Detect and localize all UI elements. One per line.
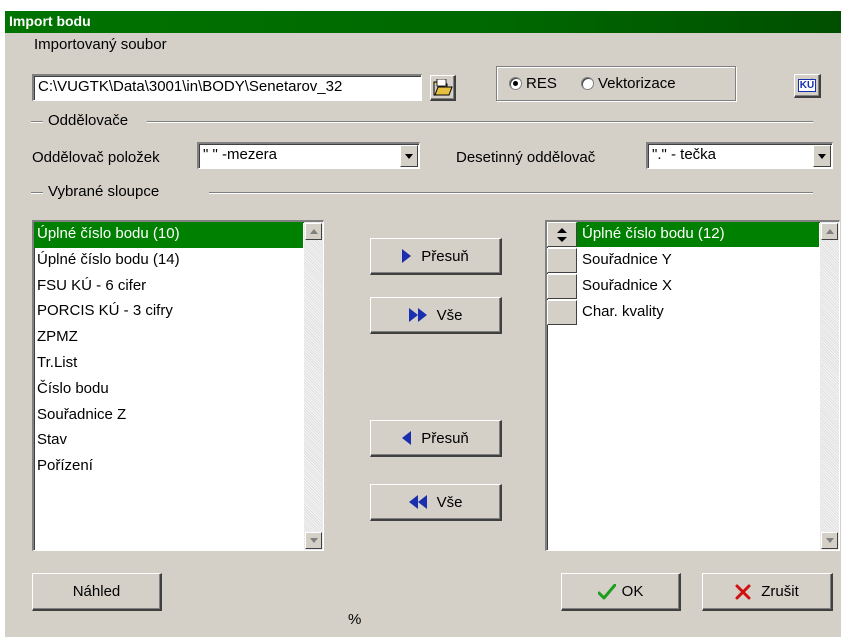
preview-label: Náhled [72, 583, 121, 600]
separator-group-label: Oddělovače [48, 112, 129, 129]
move-all-left-button[interactable]: Vše [370, 484, 502, 521]
file-label: Importovaný soubor [34, 36, 167, 53]
radio-res-dot [509, 77, 522, 90]
window-title: Import bodu [9, 13, 91, 29]
available-column-item[interactable]: FSU KÚ - 6 cifer [34, 274, 303, 300]
decimal-separator-dropdown-button[interactable] [813, 145, 831, 167]
ok-button[interactable]: OK [561, 573, 681, 611]
radio-vektorizace-label: Vektorizace [598, 75, 676, 92]
selected-columns-scrollbar[interactable] [820, 222, 839, 550]
scroll-up-button[interactable] [821, 223, 838, 240]
arrow-right-icon [402, 249, 412, 263]
radio-vektorizace[interactable]: Vektorizace [581, 75, 676, 92]
item-separator-combo[interactable]: " " -mezera [197, 142, 420, 169]
file-path-value: C:\VUGTK\Data\3001\in\BODY\Senetarov_32 [38, 78, 343, 95]
available-column-item[interactable]: Souřadnice Z [34, 403, 303, 429]
progress-percent: % [348, 611, 362, 628]
sort-order-icon[interactable] [547, 222, 577, 248]
selected-column-label: Souřadnice Y [582, 251, 672, 269]
selected-column-row[interactable]: Souřadnice Y [547, 248, 819, 274]
available-column-item[interactable]: Stav [34, 428, 303, 454]
chevron-down-icon [818, 153, 826, 159]
row-handle[interactable] [547, 273, 577, 299]
available-column-item[interactable]: Úplné číslo bodu (14) [34, 248, 303, 274]
open-folder-icon [433, 78, 453, 95]
move-right-button[interactable]: Přesuň [370, 238, 502, 275]
columns-group-label: Vybrané sloupce [48, 183, 160, 200]
cancel-label: Zrušit [761, 583, 799, 600]
double-arrow-left-icon [408, 495, 427, 509]
move-all-right-label: Vše [436, 306, 463, 324]
ku-button[interactable]: KÚ [794, 74, 821, 98]
selected-column-row[interactable]: Úplné číslo bodu (12) [547, 222, 819, 248]
title-bar: Import bodu [5, 11, 841, 33]
decimal-separator-label: Desetinný oddělovač [456, 149, 596, 166]
preview-button[interactable]: Náhled [32, 573, 162, 611]
available-column-item[interactable]: ZPMZ [34, 325, 303, 351]
decimal-separator-value: "." - tečka [652, 146, 716, 163]
radio-res[interactable]: RES [509, 75, 557, 92]
chevron-down-icon [405, 153, 413, 159]
available-column-item[interactable]: Pořízení [34, 454, 303, 480]
selected-column-label: Char. kvality [582, 302, 664, 320]
item-separator-label: Oddělovač položek [32, 149, 160, 166]
available-columns-list[interactable]: Úplné číslo bodu (10) Úplné číslo bodu (1… [32, 220, 324, 551]
selected-columns-list[interactable]: Úplné číslo bodu (12) Souřadnice Y Souřadn… [545, 220, 840, 551]
move-left-button[interactable]: Přesuň [370, 420, 502, 457]
selected-column-row[interactable]: Souřadnice X [547, 273, 819, 300]
chevron-up-icon [309, 229, 318, 234]
move-right-label: Přesuň [421, 247, 469, 265]
move-all-left-label: Vše [436, 493, 463, 511]
cancel-button[interactable]: Zrušit [702, 573, 833, 611]
scroll-down-button[interactable] [305, 532, 322, 549]
item-separator-value: " " -mezera [203, 146, 277, 163]
selected-column-label: Souřadnice X [582, 276, 673, 294]
item-separator-dropdown-button[interactable] [400, 145, 418, 167]
radio-vektorizace-dot [581, 77, 594, 90]
row-handle[interactable] [547, 248, 577, 274]
import-dialog: Import bodu Importovaný soubor C:\VUGTK\… [5, 11, 841, 637]
separator-group-line-left [31, 121, 43, 123]
checkmark-icon [597, 583, 616, 599]
ok-label: OK [621, 583, 644, 600]
move-left-label: Přesuň [421, 429, 469, 447]
chevron-up-icon [825, 229, 834, 234]
scroll-down-button[interactable] [821, 532, 838, 549]
available-column-item[interactable]: PORCIS KÚ - 3 cifry [34, 299, 303, 325]
available-column-item[interactable]: Tr.List [34, 351, 303, 377]
available-column-item[interactable]: Úplné číslo bodu (10) [34, 222, 303, 248]
chevron-down-icon [825, 538, 834, 543]
close-icon [735, 584, 751, 599]
chevron-down-icon [309, 538, 318, 543]
browse-folder-button[interactable] [430, 75, 456, 101]
columns-group-line-right [209, 192, 813, 194]
available-columns-scrollbar[interactable] [304, 222, 323, 550]
radio-res-label: RES [526, 75, 557, 92]
double-arrow-right-icon [408, 308, 427, 322]
arrow-left-icon [402, 431, 412, 445]
ku-icon: KÚ [797, 79, 817, 92]
decimal-separator-combo[interactable]: "." - tečka [646, 142, 833, 169]
columns-group-line-left [31, 192, 43, 194]
selected-column-row[interactable]: Char. kvality [547, 299, 819, 325]
available-column-item[interactable]: Číslo bodu [34, 377, 303, 403]
selected-column-label: Úplné číslo bodu (12) [577, 222, 819, 248]
move-all-right-button[interactable]: Vše [370, 297, 502, 334]
separator-group-line-right [147, 121, 813, 123]
row-handle[interactable] [547, 299, 577, 325]
scroll-up-button[interactable] [305, 223, 322, 240]
format-group: RES Vektorizace [496, 66, 736, 101]
file-path-input[interactable]: C:\VUGTK\Data\3001\in\BODY\Senetarov_32 [32, 74, 422, 101]
